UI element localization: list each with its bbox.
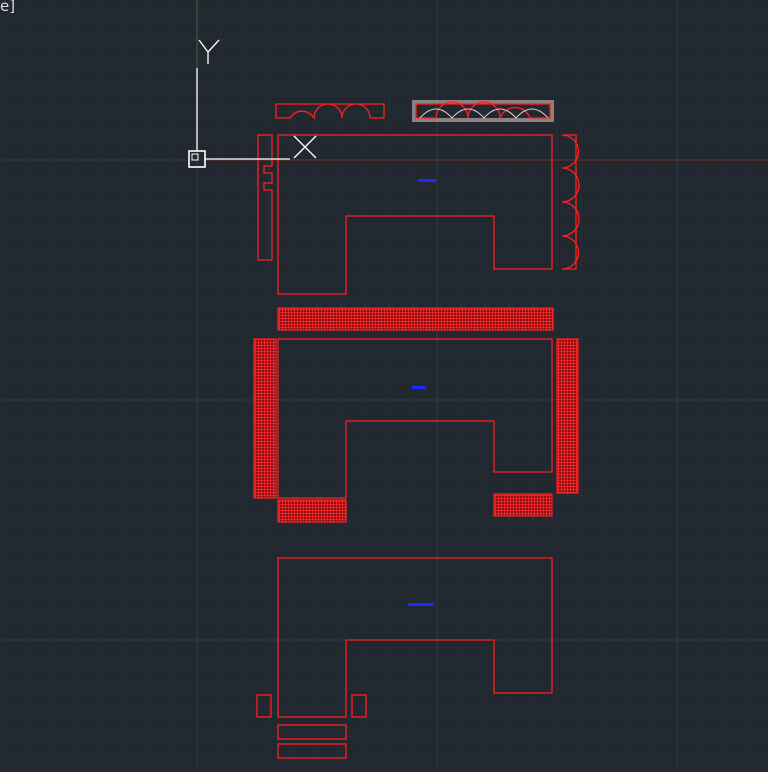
annotation-mark-top[interactable] — [418, 179, 436, 182]
annotation-mark-middle[interactable] — [412, 386, 426, 389]
base-strip-2[interactable] — [277, 743, 347, 759]
drawing-viewport[interactable]: X Y — [0, 0, 768, 768]
hatch-panel-top[interactable] — [277, 307, 554, 331]
small-block-right[interactable] — [351, 694, 367, 718]
part-middle[interactable] — [253, 307, 579, 523]
room-outline-middle[interactable] — [277, 338, 553, 499]
annotation-mark-bottom[interactable] — [408, 603, 434, 606]
hatch-panel-bottom-left[interactable] — [277, 499, 347, 523]
scalloped-strip-right[interactable] — [561, 134, 580, 270]
part-top[interactable] — [257, 100, 580, 295]
viewport-controls-label[interactable]: e] — [0, 0, 15, 15]
hatch-panel-right[interactable] — [556, 338, 579, 494]
hatch-panel-left[interactable] — [253, 338, 277, 499]
hatch-panel-bottom-right[interactable] — [493, 493, 553, 517]
ucs-x-label: X — [305, 179, 306, 181]
arched-strip-right-selected[interactable] — [412, 100, 554, 122]
room-outline-bottom[interactable] — [277, 557, 553, 718]
ucs-y-label: Y — [208, 29, 209, 31]
room-outline-top[interactable] — [277, 134, 553, 295]
base-strip-1[interactable] — [277, 724, 347, 740]
arched-strip-left[interactable] — [275, 103, 385, 121]
notched-strip-left[interactable] — [257, 134, 273, 261]
part-bottom[interactable] — [256, 557, 553, 759]
